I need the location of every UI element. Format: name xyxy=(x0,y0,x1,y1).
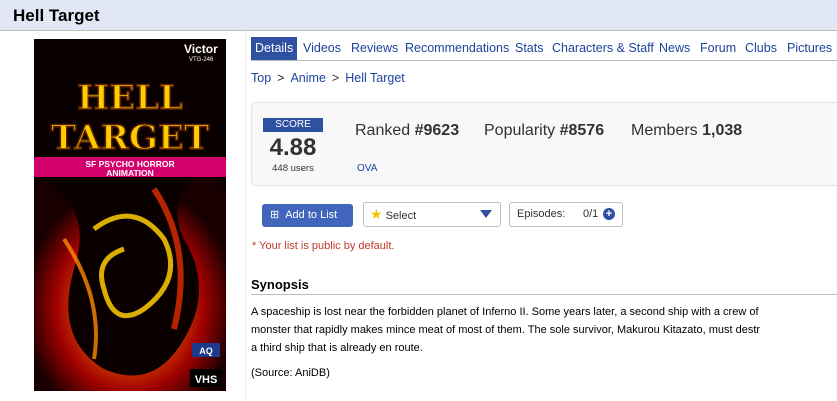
synopsis-heading: Synopsis xyxy=(251,277,837,295)
episodes-label: Episodes: xyxy=(517,208,566,220)
episodes-count: 0/1 xyxy=(583,208,599,220)
members-value: 1,038 xyxy=(702,122,743,139)
cover-aq-text: AQ xyxy=(199,346,213,356)
tab-pictures[interactable]: Pictures xyxy=(783,37,836,60)
tab-details[interactable]: Details xyxy=(251,37,298,60)
tab-videos[interactable]: Videos xyxy=(299,37,345,60)
tab-news[interactable]: News xyxy=(655,37,694,60)
popularity-label: Popularity xyxy=(484,122,556,139)
tab-stats[interactable]: Stats xyxy=(511,37,548,60)
synopsis-line: a third ship that is already en route. xyxy=(251,342,423,354)
breadcrumb-top[interactable]: Top xyxy=(251,71,271,85)
page-title: Hell Target xyxy=(13,6,100,25)
chevron-down-icon xyxy=(480,210,492,218)
nav-tabs: Details Videos Reviews Recommendations S… xyxy=(251,37,837,61)
popularity-value: #8576 xyxy=(559,122,605,139)
ranked-label: Ranked xyxy=(355,122,411,139)
score-users: 448 users xyxy=(272,163,314,174)
cover-title-line1: HELL xyxy=(77,78,183,118)
tab-recommendations[interactable]: Recommendations xyxy=(401,37,513,60)
add-episode-icon[interactable]: + xyxy=(603,208,615,220)
status-select[interactable]: ★ Select xyxy=(363,202,501,227)
synopsis-source: (Source: AniDB) xyxy=(251,367,330,379)
status-select-label: Select xyxy=(385,210,417,222)
cover-art: Victor VTG-246 HELL TARGET SF PSYCHO HOR… xyxy=(34,39,226,391)
cover-logo: Victor xyxy=(184,42,218,56)
media-type-link[interactable]: OVA xyxy=(357,163,377,174)
cover-title-line2: TARGET xyxy=(51,118,209,158)
star-icon: ★ xyxy=(370,206,383,222)
score-label: SCORE xyxy=(263,118,323,132)
tab-clubs[interactable]: Clubs xyxy=(741,37,781,60)
breadcrumb-separator: > xyxy=(331,71,340,85)
cover-image[interactable]: Victor VTG-246 HELL TARGET SF PSYCHO HOR… xyxy=(34,39,226,391)
synopsis-text: A spaceship is lost near the forbidden p… xyxy=(251,303,837,357)
left-column: Victor VTG-246 HELL TARGET SF PSYCHO HOR… xyxy=(0,31,246,401)
tab-forum[interactable]: Forum xyxy=(696,37,740,60)
breadcrumb-current[interactable]: Hell Target xyxy=(345,71,405,85)
popularity-stat[interactable]: Popularity #8576 xyxy=(484,122,604,140)
add-to-list-label: Add to List xyxy=(285,209,338,221)
stats-box: SCORE 4.88 448 users Ranked #9623 Popula… xyxy=(251,102,837,186)
ranked-stat[interactable]: Ranked #9623 xyxy=(355,122,459,140)
synopsis-line: monster that rapidly makes mince meat of… xyxy=(251,324,761,336)
ranked-value: #9623 xyxy=(414,122,460,139)
breadcrumb: Top > Anime > Hell Target xyxy=(251,71,405,85)
breadcrumb-anime[interactable]: Anime xyxy=(290,71,325,85)
list-add-icon: ⊞ xyxy=(270,209,280,221)
title-bar: Hell Target xyxy=(0,0,837,31)
add-to-list-button[interactable]: ⊞ Add to List xyxy=(262,204,353,227)
members-stat[interactable]: Members 1,038 xyxy=(631,122,742,140)
cover-subtitle-line2: ANIMATION xyxy=(106,168,154,178)
cover-vhs-text: VHS xyxy=(195,374,218,386)
members-label: Members xyxy=(631,122,698,139)
episodes-field[interactable]: Episodes: 0/1 + xyxy=(509,202,623,227)
score-value[interactable]: 4.88 xyxy=(257,134,329,162)
cover-catalog: VTG-246 xyxy=(189,57,214,63)
breadcrumb-separator: > xyxy=(277,71,285,85)
public-list-note: * Your list is public by default. xyxy=(252,240,395,252)
synopsis-line: A spaceship is lost near the forbidden p… xyxy=(251,306,759,318)
tab-reviews[interactable]: Reviews xyxy=(347,37,402,60)
tab-characters-staff[interactable]: Characters & Staff xyxy=(548,37,658,60)
